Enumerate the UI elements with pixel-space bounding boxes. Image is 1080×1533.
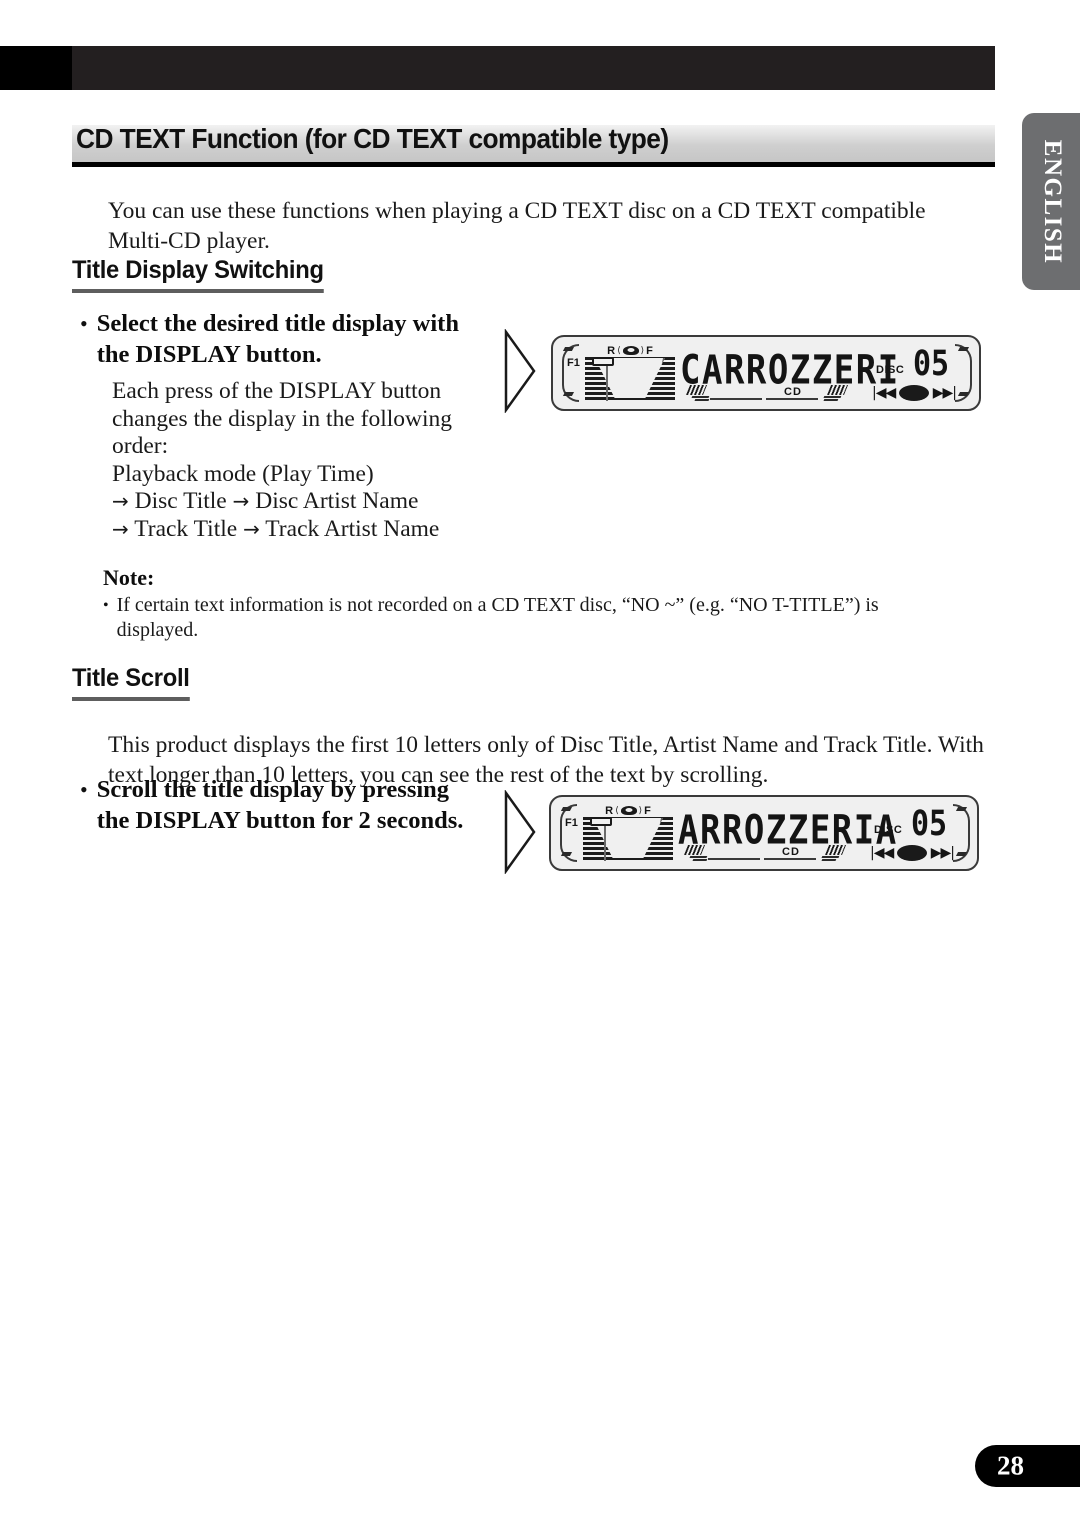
media-type-label: CD (784, 386, 802, 398)
seek-forward-icon: ▶▶| (932, 385, 957, 401)
page-title-container: CD TEXT Function (for CD TEXT compatible… (72, 123, 995, 167)
detail-track-title: Track Title (134, 515, 238, 542)
eq-top-rect-icon (590, 817, 612, 826)
seek-controls: |◀◀ ▶▶| (872, 383, 957, 403)
preset-label: F1 (565, 817, 578, 829)
hash-line (821, 859, 837, 861)
front-label: F (644, 804, 651, 817)
pointer-triangle-icon (503, 789, 537, 875)
header-black-block (0, 46, 72, 90)
note-label: Note: (103, 565, 155, 590)
lcd-base-line-segment (766, 398, 818, 400)
seek-backward-icon: |◀◀ (872, 385, 896, 401)
hash-bar (683, 845, 706, 855)
rear-label: R (607, 344, 616, 357)
hash-bar (826, 385, 849, 395)
sound-wave-right-icon: ⟩ (638, 805, 643, 816)
section-heading-title-display-switching: Title Display Switching (72, 256, 324, 293)
bullet-text: Scroll the title display by pressing the… (96, 776, 464, 834)
arrow-right-icon: → (112, 516, 129, 541)
sound-hash-right-icon (822, 385, 849, 401)
preset-label: F1 (567, 357, 580, 369)
arrow-right-icon: → (243, 516, 260, 541)
disc-number: 05 (911, 803, 948, 845)
hash-line (823, 399, 839, 401)
detail-track-artist-name: Track Artist Name (265, 515, 440, 542)
page-number-tab: 28 (975, 1445, 1080, 1487)
hash-line (823, 396, 842, 398)
bullet-dot-icon: • (80, 311, 88, 336)
media-type-label: CD (782, 846, 800, 858)
hash-bar (824, 845, 847, 855)
detail-disc-title: Disc Title (134, 488, 227, 514)
fader-balance-header: R ⟨ ⟩ F (586, 804, 670, 817)
hash-line (689, 856, 708, 858)
page-header-band (0, 46, 1080, 90)
page-title-rule (72, 162, 995, 167)
seek-forward-icon: ▶▶| (930, 845, 955, 861)
rear-label: R (605, 804, 614, 817)
pointer-triangle-icon (503, 328, 537, 414)
disc-label: DISC (876, 364, 905, 376)
lcd-display-disc-title: F1 R ⟨ ⟩ F CARROZZERI CD DISC 05 |◀◀ ▶▶| (551, 335, 981, 411)
fader-balance-header: R ⟨ ⟩ F (588, 344, 672, 357)
lcd-base-line-segment (708, 858, 760, 860)
seek-center-oval-icon (899, 384, 929, 402)
detail-line-instructions: Each press of the DISPLAY button changes… (112, 378, 453, 459)
speaker-icon (620, 806, 637, 815)
bullet-row: • Select the desired title display with … (80, 308, 480, 370)
arrow-right-icon: → (232, 489, 250, 513)
bullet-row: • Scroll the title display by pressing t… (80, 774, 480, 836)
lcd-base-line-segment (764, 858, 816, 860)
note-item: • If certain text information is not rec… (103, 593, 978, 643)
bullet-text: Select the desired title display with th… (96, 310, 459, 368)
note-block: Note: • If certain text information is n… (103, 565, 978, 643)
front-label: F (646, 344, 653, 357)
bullet-dot-icon: • (80, 777, 88, 802)
eq-top-rect-icon (592, 357, 614, 366)
hash-line (694, 399, 710, 401)
page-title: CD TEXT Function (for CD TEXT compatible… (76, 123, 669, 154)
hash-line (692, 859, 708, 861)
page-title-band: CD TEXT Function (for CD TEXT compatible… (72, 123, 995, 162)
hash-line (691, 396, 710, 398)
lcd-base-line-segment (710, 398, 762, 400)
lcd-inner-1: F1 R ⟨ ⟩ F CARROZZERI CD DISC 05 |◀◀ ▶▶| (558, 341, 974, 405)
language-tab: ENGLISH (1022, 113, 1080, 290)
disc-label: DISC (874, 824, 903, 836)
sound-wave-right-icon: ⟩ (640, 345, 645, 356)
speaker-icon (622, 346, 639, 355)
detail-line-row-2: → Track Title → Track Artist Name (112, 516, 492, 544)
lcd-display-scrolled-title: F1 R ⟨ ⟩ F ARROZZERIA CD DISC 05 |◀◀ ▶▶| (549, 795, 979, 871)
seek-backward-icon: |◀◀ (870, 845, 894, 861)
arrow-right-icon: → (112, 489, 129, 513)
lcd-inner-2: F1 R ⟨ ⟩ F ARROZZERIA CD DISC 05 |◀◀ ▶▶| (556, 801, 972, 865)
bullet-scroll-title-display: • Scroll the title display by pressing t… (80, 774, 480, 836)
note-item-text: If certain text information is not recor… (116, 594, 879, 641)
bullet-select-title-display: • Select the desired title display with … (80, 308, 480, 370)
sound-wave-left-icon: ⟨ (615, 805, 619, 816)
intro-paragraph: You can use these functions when playing… (108, 197, 926, 254)
sound-wave-left-icon: ⟨ (617, 345, 621, 356)
detail-line-row-1: → Disc Title → Disc Artist Name (112, 488, 492, 516)
language-tab-label: ENGLISH (1039, 139, 1066, 264)
sound-hash-right-icon (820, 845, 847, 861)
detail-disc-artist-name: Disc Artist Name (255, 488, 419, 514)
hash-line (821, 856, 840, 858)
header-dark-bar (72, 46, 995, 90)
display-order-detail: Each press of the DISPLAY button changes… (112, 378, 492, 543)
disc-number: 05 (913, 343, 950, 385)
page-number: 28 (997, 1450, 1024, 1481)
hash-bar (685, 385, 708, 395)
detail-line-playback-mode: Playback mode (Play Time) (112, 460, 374, 487)
seek-center-oval-icon (897, 844, 927, 862)
seek-controls: |◀◀ ▶▶| (870, 843, 955, 863)
note-bullet-icon: • (103, 597, 109, 614)
section-heading-title-scroll: Title Scroll (72, 664, 190, 701)
